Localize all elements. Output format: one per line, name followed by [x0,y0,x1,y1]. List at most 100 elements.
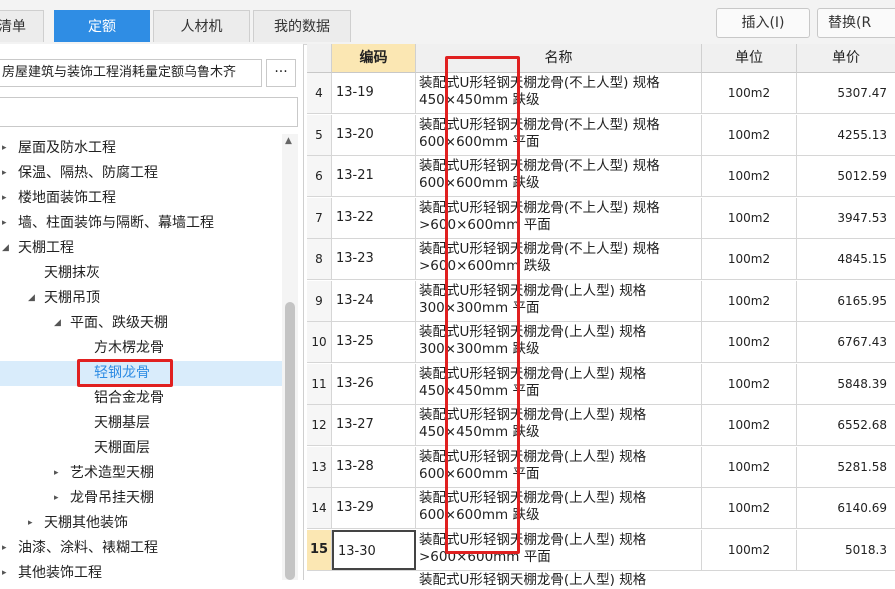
tree-node[interactable]: 天棚面层 [0,436,282,461]
replace-button[interactable]: 替换(R [817,8,895,38]
header-name-label: 名称 [544,50,573,66]
table-row[interactable]: 14 13-29 装配式U形轻钢天棚龙骨(上人型) 规格 600×600mm 跌级 10… [307,488,895,529]
tab-list[interactable]: 清单 [0,10,44,42]
tree-node-label: 天棚面层 [94,440,150,456]
header-price-label: 单价 [832,50,860,66]
row-unit: 100m2 [702,446,797,487]
replace-button-label: 替换(R [828,15,872,31]
row-code[interactable]: 13-20 [332,114,416,155]
tree-scrollbar-thumb[interactable] [285,302,295,580]
header-unit[interactable]: 单位 [702,44,797,73]
tab-quota[interactable]: 定额 [54,10,150,42]
tree-node[interactable]: ◢ 天棚工程 [0,236,282,261]
tab-labor-material[interactable]: 人材机 [153,10,250,42]
table-row[interactable]: 11 13-26 装配式U形轻钢天棚龙骨(上人型) 规格 450×450mm 平面 10… [307,363,895,405]
tree-search-input[interactable] [0,97,298,127]
header-code[interactable]: 编码 [332,44,416,73]
row-price: 4255.13 [837,127,887,142]
library-more-button[interactable]: ··· [266,59,296,87]
tree-node[interactable]: 天棚抹灰 [0,261,282,286]
header-index [307,44,332,73]
table-row[interactable]: 8 13-23 装配式U形轻钢天棚龙骨(不上人型) 规格 >600×600mm 跌级 1… [307,239,895,280]
row-code[interactable]: 13-27 [332,405,416,445]
table-row[interactable]: 10 13-25 装配式U形轻钢天棚龙骨(上人型) 规格 300×300mm 跌级 10… [307,322,895,363]
row-unit: 100m2 [702,405,797,445]
header-price[interactable]: 单价 [797,44,895,73]
tree-node-label: 其他装饰工程 [18,565,102,580]
chapter-tree: ▸ 屋面及防水工程 ▸ 保温、隔热、防腐工程 ▸ 楼地面装饰工程 ▸ 墙、柱面装饰与隔断、幕墙… [0,134,282,580]
table-row[interactable]: 12 13-27 装配式U形轻钢天棚龙骨(上人型) 规格 450×450mm 跌级 10… [307,405,895,446]
table-row[interactable]: 5 13-20 装配式U形轻钢天棚龙骨(不上人型) 规格 600×600mm 平面 10… [307,114,895,156]
row-code[interactable]: 13-26 [332,363,416,404]
expand-arrow-icon[interactable]: ▸ [2,561,7,580]
tree-node[interactable]: ▸ 保温、隔热、防腐工程 [0,161,282,186]
expand-arrow-icon[interactable]: ▸ [2,186,7,211]
row-code[interactable]: 13-30 [332,529,416,570]
tree-node[interactable]: ◢ 天棚吊顶 [0,286,282,311]
tree-node[interactable]: ▸ 艺术造型天棚 [0,461,282,486]
row-code[interactable]: 13-25 [332,322,416,362]
tree-node-label: 墙、柱面装饰与隔断、幕墙工程 [18,215,214,231]
table-row[interactable]: 6 13-21 装配式U形轻钢天棚龙骨(不上人型) 规格 600×600mm 跌级 10… [307,156,895,197]
row-code[interactable]: 13-21 [332,156,416,196]
tree-node[interactable]: ▸ 油漆、涂料、裱糊工程 [0,536,282,561]
collapse-arrow-icon[interactable]: ◢ [54,311,61,336]
library-select[interactable]: 房屋建筑与装饰工程消耗量定额乌鲁木齐 [0,59,262,87]
tree-node[interactable]: ▸ 墙、柱面装饰与隔断、幕墙工程 [0,211,282,236]
header-unit-label: 单位 [735,50,763,66]
row-index: 10 [307,322,332,362]
row-code[interactable]: 13-19 [332,73,416,113]
row-code[interactable]: 13-22 [332,197,416,238]
tab-quota-label: 定额 [88,19,116,35]
row-index: 11 [307,363,332,404]
tree-node-label: 楼地面装饰工程 [18,190,116,206]
tree-node[interactable]: 方木楞龙骨 [0,336,282,361]
tree-node[interactable]: ▸ 龙骨吊挂天棚 [0,486,282,511]
tree-node[interactable]: ▸ 天棚其他装饰 [0,511,282,536]
tree-node[interactable]: 铝合金龙骨 [0,386,282,411]
tree-node-label: 油漆、涂料、裱糊工程 [18,540,158,556]
row-index: 6 [307,156,332,196]
row-price: 5307.47 [837,86,887,100]
tree-node-label: 天棚抹灰 [44,265,100,281]
tab-my-data[interactable]: 我的数据 [253,10,351,42]
row-index: 13 [307,446,332,487]
expand-arrow-icon[interactable]: ▸ [28,511,33,536]
tree-node[interactable]: ▸ 其他装饰工程 [0,561,282,580]
row-code[interactable]: 13-28 [332,446,416,487]
collapse-arrow-icon[interactable]: ◢ [2,236,9,261]
row-price: 3947.53 [837,210,887,225]
tree-node-label: 天棚工程 [18,240,74,256]
table-row[interactable]: 7 13-22 装配式U形轻钢天棚龙骨(不上人型) 规格 >600×600mm 平面 1… [307,197,895,239]
row-price: 5848.39 [837,376,887,391]
expand-arrow-icon[interactable]: ▸ [2,161,7,186]
table-row[interactable]: 13 13-28 装配式U形轻钢天棚龙骨(上人型) 规格 600×600mm 平面 10… [307,446,895,488]
tree-node-label: 天棚其他装饰 [44,515,128,531]
row-price: 5012.59 [837,169,887,183]
row-code[interactable]: 13-29 [332,488,416,528]
tree-node[interactable]: ▸ 屋面及防水工程 [0,136,282,161]
row-unit: 100m2 [702,114,797,155]
tree-node[interactable]: ▸ 楼地面装饰工程 [0,186,282,211]
row-price: 4845.15 [837,252,887,266]
row-index: 12 [307,405,332,445]
expand-arrow-icon[interactable]: ▸ [54,486,59,511]
insert-button[interactable]: 插入(I) [716,8,810,38]
expand-arrow-icon[interactable]: ▸ [2,536,7,561]
table-row[interactable]: 9 13-24 装配式U形轻钢天棚龙骨(上人型) 规格 300×300mm 平面 100… [307,280,895,322]
row-code[interactable]: 13-24 [332,280,416,321]
tree-scrollbar[interactable]: ▲ [282,134,298,580]
row-code[interactable]: 13-23 [332,239,416,279]
header-code-label: 编码 [359,50,388,66]
expand-arrow-icon[interactable]: ▸ [54,461,59,486]
table-row[interactable]: 4 13-19 装配式U形轻钢天棚龙骨(不上人型) 规格 450×450mm 跌级 10… [307,73,895,114]
tree-node[interactable]: 天棚基层 [0,411,282,436]
expand-arrow-icon[interactable]: ▸ [2,136,7,161]
table-row[interactable]: 15 13-30 装配式U形轻钢天棚龙骨(上人型) 规格 >600×600mm 平面 1… [307,529,895,571]
tree-node[interactable]: ◢ 平面、跌级天棚 [0,311,282,336]
scroll-up-icon[interactable]: ▲ [285,136,292,146]
row-price: 6165.95 [837,293,887,308]
collapse-arrow-icon[interactable]: ◢ [28,286,35,311]
row-index: 9 [307,280,332,321]
expand-arrow-icon[interactable]: ▸ [2,211,7,236]
